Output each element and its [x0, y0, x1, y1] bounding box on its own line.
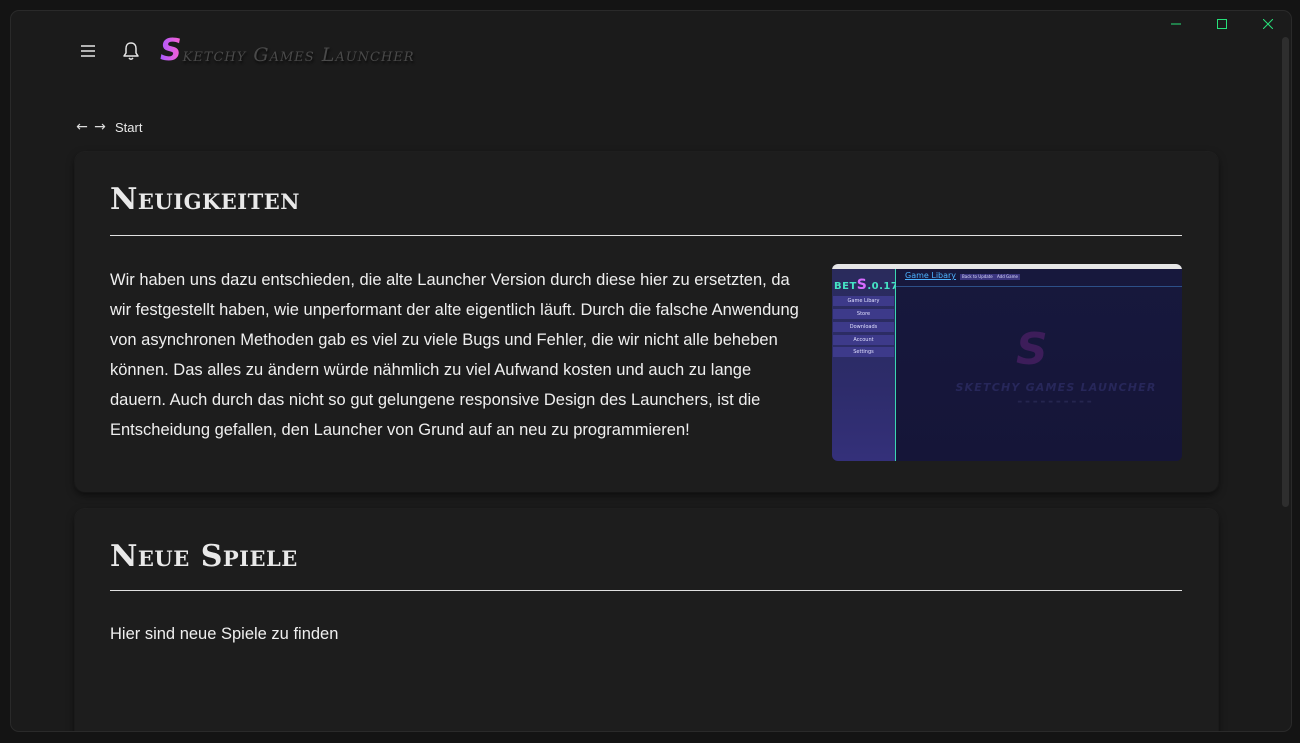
window-controls: [1153, 11, 1291, 37]
maximize-icon: [1217, 19, 1227, 29]
news-title: Neuigkeiten: [110, 182, 300, 217]
hamburger-menu-icon: [81, 45, 95, 57]
notifications-button[interactable]: [117, 37, 145, 65]
minimize-icon: [1171, 23, 1181, 25]
app-logo: S ketchy Games Launcher: [160, 33, 415, 68]
preview-watermark-logo: S: [1016, 324, 1048, 375]
menu-button[interactable]: [74, 37, 102, 65]
preview-menu-item: Downloads: [833, 322, 894, 332]
close-icon: [1263, 19, 1273, 29]
new-games-divider: [110, 590, 1182, 591]
new-games-text: Hier sind neue Spiele zu finden: [110, 625, 339, 643]
logo-text: ketchy Games Launcher: [182, 44, 415, 66]
new-games-title: Neue Spiele: [110, 539, 298, 574]
preview-sidebar: BETS.0.17 Game Libary Store Downloads Ac…: [832, 269, 899, 461]
preview-watermark-subtitle: ▬▬▬▬▬▬▬▬▬▬: [1017, 399, 1095, 405]
preview-button: Add Game: [995, 274, 1020, 280]
preview-menu-item: Settings: [833, 347, 894, 357]
preview-watermark-title: SKETCHY GAMES LAUNCHER: [955, 381, 1157, 394]
logo-initial: S: [160, 33, 182, 68]
preview-header-link: Game Libary: [905, 271, 957, 280]
launcher-preview-image: BETS.0.17 Game Libary Store Downloads Ac…: [832, 264, 1182, 461]
news-text: Wir haben uns dazu entschieden, die alte…: [110, 271, 799, 439]
app-window: S ketchy Games Launcher ← → Start Neuigk…: [11, 11, 1291, 731]
news-card: Neuigkeiten Wir haben uns dazu entschied…: [75, 152, 1218, 492]
preview-logo: BETS.0.17: [834, 277, 899, 293]
preview-menu-item: Store: [833, 309, 894, 319]
preview-header: Game Libary Back to Update Add Game: [896, 269, 1182, 287]
top-bar: S ketchy Games Launcher: [74, 35, 415, 67]
bell-icon: [123, 42, 139, 60]
maximize-button[interactable]: [1199, 11, 1245, 37]
preview-menu-item: Game Libary: [833, 296, 894, 306]
news-divider: [110, 235, 1182, 236]
preview-button: Back to Update: [960, 274, 995, 280]
minimize-button[interactable]: [1153, 11, 1199, 37]
new-games-card: Neue Spiele Hier sind neue Spiele zu fin…: [75, 509, 1218, 731]
arrow-left-icon[interactable]: ←: [73, 119, 91, 135]
preview-menu-item: Account: [833, 335, 894, 345]
preview-main-area: Game Libary Back to Update Add Game S SK…: [896, 269, 1182, 461]
scrollbar[interactable]: [1282, 37, 1289, 507]
arrow-right-icon[interactable]: →: [91, 119, 109, 135]
close-button[interactable]: [1245, 11, 1291, 37]
navigation-bar: ← → Start: [73, 119, 142, 135]
breadcrumb: Start: [115, 119, 143, 135]
